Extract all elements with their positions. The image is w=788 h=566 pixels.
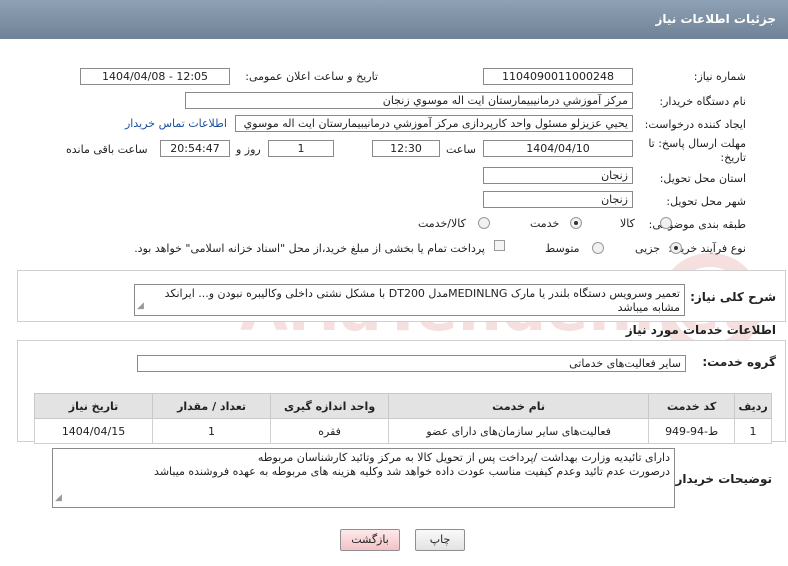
col-service-name: نام خدمت [388,393,650,419]
deadline-time-label: ساعت [446,143,476,156]
back-button[interactable]: بازگشت [340,529,400,551]
category-option-goods-service: کالا/خدمت [418,217,466,230]
services-title: اطلاعات خدمات مورد نیاز [625,323,776,337]
category-radio-service[interactable] [570,217,582,229]
summary-text: تعمیر وسرویس دستگاه بلندر یا مارک MEDINL… [164,287,680,314]
table-row: 1 ط-94-949 فعالیت‌های سایر سازمان‌های دا… [33,418,772,444]
announce-datetime-label: تاریخ و ساعت اعلان عمومی: [245,70,378,83]
buyer-org-label: نام دستگاه خریدار: [659,95,746,108]
deadline-days-label: روز و [236,143,261,156]
category-radio-goods-service[interactable] [478,217,490,229]
buyer-notes-label: توضیحات خریدار: [670,472,772,486]
cell-need-date: 1404/04/15 [33,418,154,444]
requester-field: يحيي عزيزلو مسئول واحد کارپردازی مرکز آم… [235,115,633,132]
province-label: استان محل تحویل: [659,172,746,185]
col-need-date: تاریخ نیاز [33,393,154,419]
province-field: زنجان [483,167,633,184]
city-label: شهر محل تحویل: [666,195,746,208]
deadline-days-field: 1 [268,140,334,157]
col-service-code: کد خدمت [648,393,736,419]
category-option-goods: کالا [620,217,635,230]
cell-row: 1 [734,418,772,444]
process-radio-medium[interactable] [592,242,604,254]
need-number-field: 1104090011000248 [483,68,633,85]
requester-label: ایجاد کننده درخواست: [644,118,746,131]
need-number-label: شماره نیاز: [693,70,746,83]
service-group-field: سایر فعالیت‌های خدماتی [137,355,686,372]
deadline-label: مهلت ارسال پاسخ: تا تاریخ: [648,137,746,164]
services-table: ردیف کد خدمت نام خدمت واحد اندازه گیری ت… [33,393,772,444]
cell-unit: فقره [270,418,390,444]
category-radio-goods[interactable] [660,217,672,229]
process-option-medium: متوسط [545,242,580,255]
remaining-time-label: ساعت باقی مانده [66,143,148,156]
cell-service-code: ط-94-949 [648,418,736,444]
col-quantity: تعداد / مقدار [152,393,272,419]
buyer-org-field: مرکز آموزشي درمانيبيمارستان ايت اله موسو… [185,92,633,109]
process-option-minor: جزیی [635,242,661,255]
resize-grip-icon[interactable]: ◢ [137,299,144,313]
cell-service-name: فعالیت‌های سایر سازمان‌های دارای عضو [388,418,650,444]
summary-textarea: تعمیر وسرویس دستگاه بلندر یا مارک MEDINL… [134,284,685,316]
page-title: جزئیات اطلاعات نیاز [655,12,776,26]
cell-quantity: 1 [152,418,272,444]
service-group-label: گروه خدمت: [702,355,776,369]
buyer-notes-textarea: دارای تائیدیه وزارت بهداشت /پرداخت پس از… [52,448,675,508]
deadline-time-field: 12:30 [372,140,440,157]
announce-datetime-field: 1404/04/08 - 12:05 [80,68,230,85]
category-option-service: خدمت [530,217,560,230]
city-field: زنجان [483,191,633,208]
buyer-notes-line-1: دارای تائیدیه وزارت بهداشت /پرداخت پس از… [257,451,670,464]
col-unit: واحد اندازه گیری [270,393,390,419]
remaining-time-field: 20:54:47 [160,140,230,157]
process-radio-minor[interactable] [670,242,682,254]
deadline-date-field: 1404/04/10 [483,140,633,157]
resize-grip-icon[interactable]: ◢ [55,491,62,505]
treasury-payment-checkbox[interactable] [494,240,505,251]
buyer-contact-link[interactable]: اطلاعات تماس خریدار [125,117,227,130]
summary-label: شرح کلی نیاز: [690,290,776,304]
services-table-header: ردیف کد خدمت نام خدمت واحد اندازه گیری ت… [33,393,772,419]
print-button[interactable]: چاپ [415,529,465,551]
treasury-payment-note: پرداخت تمام یا بخشی از مبلغ خرید،از محل … [134,242,485,255]
col-row: ردیف [734,393,772,419]
page-header: جزئیات اطلاعات نیاز [0,0,788,39]
buyer-notes-line-2: درصورت عدم تائید وعدم کیفیت مناسب عودت د… [154,465,670,478]
